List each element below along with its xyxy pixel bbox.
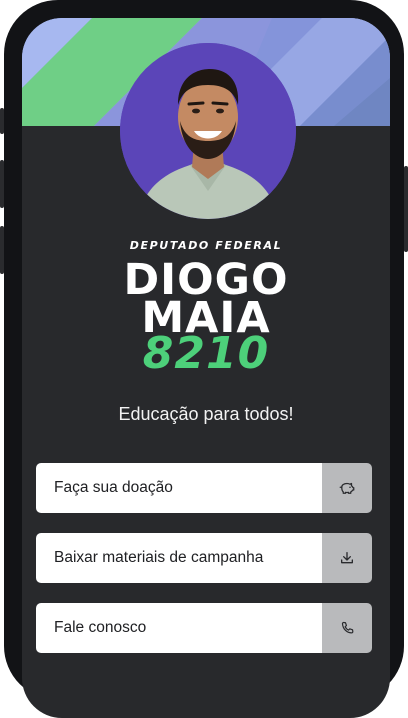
piggy-bank-icon — [339, 482, 355, 494]
download-icon-box — [322, 533, 372, 583]
download-icon — [341, 552, 353, 564]
phone-icon — [341, 621, 353, 633]
download-materials-button[interactable]: Baixar materiais de campanha — [36, 533, 372, 583]
phone-frame: DEPUTADO FEDERAL DIOGO MAIA 8210 Educaçã… — [4, 0, 404, 718]
phone-icon-box — [322, 603, 372, 653]
donate-button[interactable]: Faça sua doação — [36, 463, 372, 513]
candidate-photo — [120, 43, 296, 219]
contact-button[interactable]: Fale conosco — [36, 603, 372, 653]
phone-power-button — [404, 166, 408, 252]
donate-icon-box — [322, 463, 372, 513]
candidate-number: 8210 — [142, 328, 270, 379]
download-materials-label: Baixar materiais de campanha — [36, 533, 322, 583]
phone-screen: DEPUTADO FEDERAL DIOGO MAIA 8210 Educaçã… — [22, 18, 390, 718]
donate-button-label: Faça sua doação — [36, 463, 322, 513]
contact-button-label: Fale conosco — [36, 603, 322, 653]
role-title: DEPUTADO FEDERAL — [129, 239, 283, 252]
avatar — [120, 43, 296, 219]
tagline: Educação para todos! — [118, 404, 294, 424]
